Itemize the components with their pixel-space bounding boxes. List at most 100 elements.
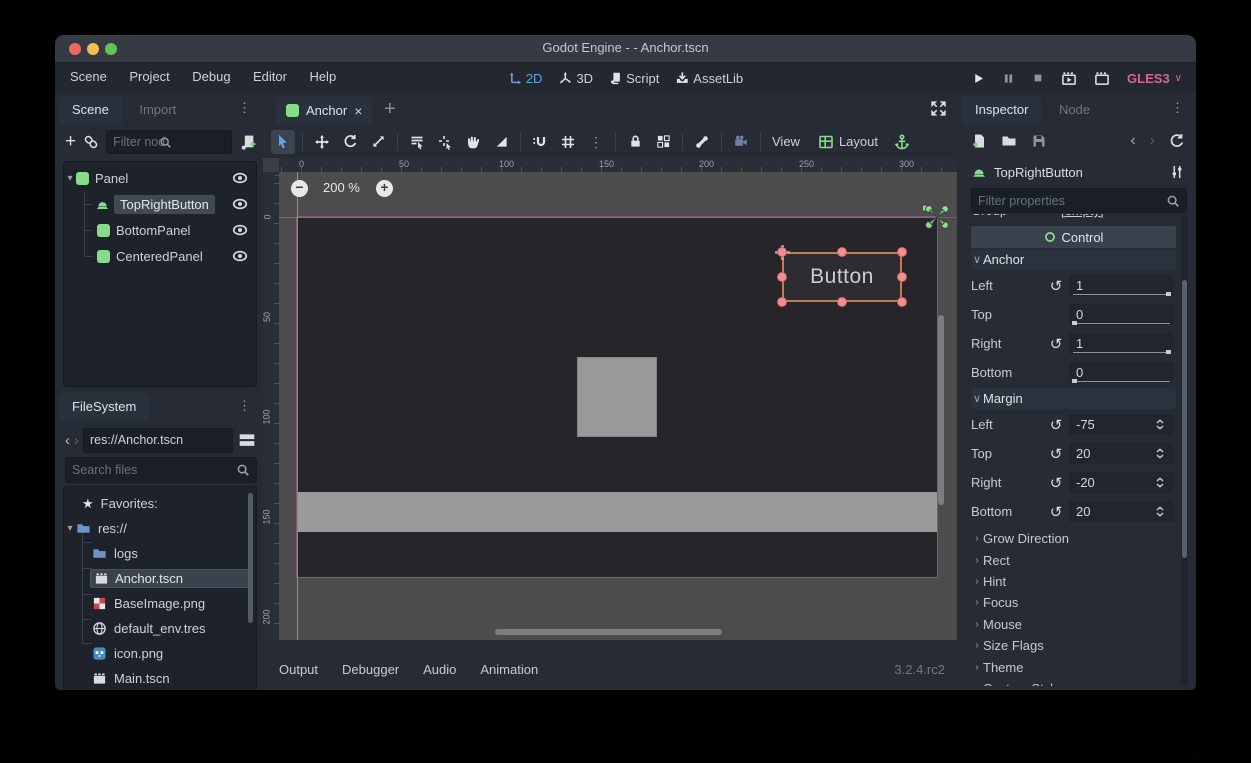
menu-help[interactable]: Help bbox=[300, 63, 345, 90]
fs-icon-png[interactable]: icon.png bbox=[64, 641, 256, 666]
inspector-scrollbar-track[interactable] bbox=[1181, 214, 1188, 686]
fs-favorites[interactable]: ★ Favorites: bbox=[64, 491, 256, 516]
spinner-icon[interactable] bbox=[1153, 446, 1167, 461]
section-theme[interactable]: ›Theme bbox=[971, 656, 1176, 677]
resize-handle[interactable] bbox=[777, 297, 787, 307]
anchor-top-value[interactable]: 0 bbox=[1069, 304, 1174, 325]
revert-icon[interactable]: ↺ bbox=[1043, 277, 1069, 295]
view-menu[interactable]: View bbox=[768, 134, 804, 149]
inspector-scrollbar[interactable] bbox=[1182, 280, 1187, 558]
history-forward-icon[interactable]: › bbox=[1150, 132, 1155, 150]
rotate-tool-button[interactable] bbox=[338, 130, 362, 154]
menu-scene[interactable]: Scene bbox=[61, 63, 116, 90]
play-button[interactable] bbox=[972, 72, 985, 85]
resize-handle[interactable] bbox=[777, 247, 787, 257]
debugger-button[interactable]: Debugger bbox=[330, 662, 411, 677]
resize-handle[interactable] bbox=[897, 297, 907, 307]
layout-menu[interactable]: Layout bbox=[814, 134, 882, 150]
select-tool-button[interactable] bbox=[271, 130, 295, 154]
canvas-horizontal-scrollbar[interactable] bbox=[495, 629, 722, 635]
tab-inspector[interactable]: Inspector bbox=[962, 96, 1041, 124]
canvas-vertical-scrollbar[interactable] bbox=[938, 315, 944, 505]
lock-object-button[interactable] bbox=[623, 130, 647, 154]
close-tab-icon[interactable]: × bbox=[354, 103, 362, 119]
menu-debug[interactable]: Debug bbox=[183, 63, 239, 90]
visibility-eye-icon[interactable] bbox=[232, 196, 248, 212]
nav-forward-icon[interactable]: › bbox=[74, 432, 79, 449]
scene-dock-menu-icon[interactable]: ⋮ bbox=[238, 103, 251, 113]
menu-project[interactable]: Project bbox=[120, 63, 178, 90]
visibility-eye-icon[interactable] bbox=[232, 248, 248, 264]
filesystem-dock-menu-icon[interactable]: ⋮ bbox=[238, 401, 251, 411]
inspector-dock-menu-icon[interactable]: ⋮ bbox=[1171, 103, 1184, 113]
filter-nodes-input[interactable]: Filter nod bbox=[106, 130, 232, 154]
tree-node-panel[interactable]: ▾ Panel bbox=[64, 165, 256, 191]
zoom-level[interactable]: 200 % bbox=[323, 180, 360, 195]
load-resource-icon[interactable] bbox=[1001, 133, 1017, 149]
smart-snap-button[interactable] bbox=[528, 130, 552, 154]
attach-script-icon[interactable] bbox=[239, 134, 257, 151]
tab-scene[interactable]: Scene bbox=[59, 96, 122, 124]
history-back-icon[interactable]: ‹ bbox=[1130, 132, 1135, 150]
tree-node-bottompanel[interactable]: BottomPanel bbox=[64, 217, 256, 243]
instance-scene-icon[interactable] bbox=[83, 134, 99, 150]
fs-default-env[interactable]: default_env.tres bbox=[64, 616, 256, 641]
fs-main-tscn[interactable]: Main.tscn bbox=[64, 666, 256, 690]
extra-tools-icon[interactable] bbox=[1169, 164, 1185, 180]
skeleton-options-button[interactable] bbox=[690, 130, 714, 154]
category-control[interactable]: Control bbox=[971, 226, 1176, 248]
switch-assetlib[interactable]: AssetLib bbox=[675, 71, 743, 86]
collapse-chevron-icon[interactable]: ▾ bbox=[64, 523, 76, 534]
add-node-button[interactable]: + bbox=[65, 134, 76, 150]
nav-back-icon[interactable]: ‹ bbox=[65, 432, 70, 449]
expand-viewport-icon[interactable] bbox=[930, 100, 947, 117]
revert-icon[interactable]: ↺ bbox=[1043, 416, 1069, 434]
spinner-icon[interactable] bbox=[1153, 417, 1167, 432]
zoom-out-button[interactable]: − bbox=[291, 180, 308, 197]
audio-button[interactable]: Audio bbox=[411, 662, 468, 677]
section-grow-direction[interactable]: ›Grow Direction bbox=[971, 528, 1176, 549]
anchor-gizmo-icon[interactable] bbox=[923, 203, 951, 231]
revert-icon[interactable]: ↺ bbox=[1043, 474, 1069, 492]
visibility-eye-icon[interactable] bbox=[232, 222, 248, 238]
section-anchor[interactable]: ∨Anchor bbox=[971, 249, 1176, 270]
preview-camera-button[interactable] bbox=[729, 130, 753, 154]
resize-handle[interactable] bbox=[777, 272, 787, 282]
tab-node[interactable]: Node bbox=[1046, 96, 1103, 124]
margin-bottom-value[interactable]: 20 bbox=[1069, 501, 1174, 522]
revert-icon[interactable]: ↺ bbox=[1043, 335, 1069, 353]
section-size-flags[interactable]: ›Size Flags bbox=[971, 635, 1176, 656]
revert-icon[interactable]: ↺ bbox=[1043, 445, 1069, 463]
menu-editor[interactable]: Editor bbox=[244, 63, 296, 90]
spinner-icon[interactable] bbox=[1153, 475, 1167, 490]
resize-handle[interactable] bbox=[897, 272, 907, 282]
play-scene-button[interactable] bbox=[1061, 71, 1077, 86]
section-mouse[interactable]: ›Mouse bbox=[971, 614, 1176, 635]
object-history-icon[interactable] bbox=[1169, 133, 1185, 149]
tree-node-toprightbutton[interactable]: TopRightButton bbox=[64, 191, 256, 217]
anchor-presets-button[interactable] bbox=[890, 130, 914, 154]
new-resource-icon[interactable] bbox=[971, 133, 987, 149]
switch-3d[interactable]: 3D bbox=[558, 71, 593, 86]
display-mode-icon[interactable] bbox=[237, 431, 257, 449]
section-focus[interactable]: ›Focus bbox=[971, 592, 1176, 613]
play-custom-scene-button[interactable] bbox=[1094, 71, 1110, 86]
switch-script[interactable]: Script bbox=[609, 71, 659, 86]
fs-logs[interactable]: logs bbox=[64, 541, 256, 566]
anchor-right-value[interactable]: 1 bbox=[1069, 333, 1174, 354]
centered-panel-node[interactable] bbox=[577, 357, 657, 437]
canvas-work-area[interactable]: − 200 % + Button bbox=[279, 172, 957, 640]
margin-top-value[interactable]: 20 bbox=[1069, 443, 1174, 464]
fs-anchor-tscn[interactable]: Anchor.tscn bbox=[64, 566, 256, 591]
margin-left-value[interactable]: -75 bbox=[1069, 414, 1174, 435]
snap-options-menu[interactable]: ⋮ bbox=[584, 130, 608, 154]
tab-import[interactable]: Import bbox=[126, 96, 189, 124]
group-object-button[interactable] bbox=[651, 130, 675, 154]
tab-filesystem[interactable]: FileSystem bbox=[59, 393, 149, 421]
resize-handle[interactable] bbox=[837, 247, 847, 257]
2d-viewport-canvas[interactable]: 0 50 100 150 200 250 300 0 50 100 150 20… bbox=[263, 158, 957, 640]
section-hint[interactable]: ›Hint bbox=[971, 571, 1176, 592]
stop-button[interactable] bbox=[1032, 72, 1044, 84]
filter-properties-input[interactable]: Filter properties bbox=[971, 188, 1187, 213]
list-select-tool-button[interactable] bbox=[405, 130, 429, 154]
